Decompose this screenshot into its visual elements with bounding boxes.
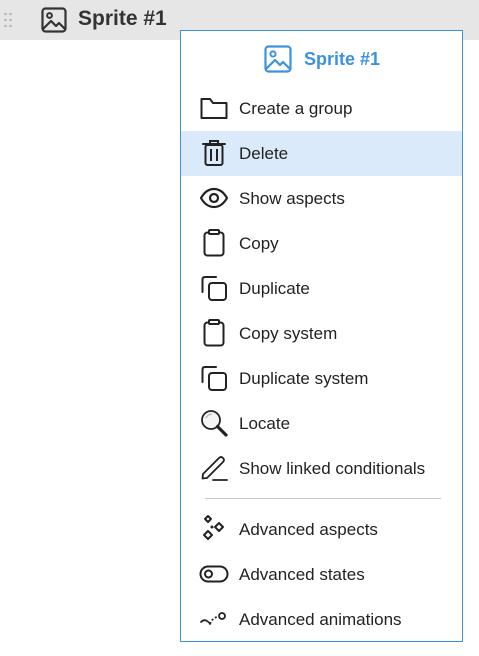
sparkle-diamonds-icon xyxy=(199,514,229,544)
image-icon xyxy=(40,6,68,34)
menu-item-copy[interactable]: Copy xyxy=(181,221,462,266)
magnifier-icon xyxy=(199,408,229,438)
menu-divider xyxy=(205,498,441,499)
menu-item-label: Advanced animations xyxy=(239,610,402,629)
menu-item-label: Copy xyxy=(239,234,279,253)
menu-item-advanced-animations[interactable]: Advanced animations xyxy=(181,597,462,642)
trash-icon xyxy=(199,138,229,168)
menu-item-create-group[interactable]: Create a group xyxy=(181,86,462,131)
drag-handle-icon[interactable] xyxy=(3,11,13,29)
duplicate-icon xyxy=(199,273,229,303)
menu-item-label: Show linked conditionals xyxy=(239,459,426,478)
animation-curve-icon xyxy=(199,604,229,634)
context-menu: Sprite #1 Create a group Delete Show asp… xyxy=(180,30,463,642)
menu-item-label: Locate xyxy=(239,414,291,433)
pen-icon xyxy=(199,453,229,483)
menu-item-advanced-aspects[interactable]: Advanced aspects xyxy=(181,507,462,552)
menu-item-label: Advanced states xyxy=(239,565,365,584)
toggle-icon xyxy=(199,559,229,589)
menu-item-copy-system[interactable]: Copy system xyxy=(181,311,462,356)
image-icon xyxy=(263,44,293,74)
menu-item-label: Advanced aspects xyxy=(239,520,378,539)
menu-item-show-linked-conditionals[interactable]: Show linked conditionals xyxy=(181,446,462,491)
clipboard-icon xyxy=(199,318,229,348)
menu-item-locate[interactable]: Locate xyxy=(181,401,462,446)
menu-item-duplicate-system[interactable]: Duplicate system xyxy=(181,356,462,401)
clipboard-icon xyxy=(199,228,229,258)
menu-item-label: Create a group xyxy=(239,99,353,118)
menu-item-label: Show aspects xyxy=(239,189,345,208)
folder-icon xyxy=(199,93,229,123)
duplicate-icon xyxy=(199,363,229,393)
menu-item-duplicate[interactable]: Duplicate xyxy=(181,266,462,311)
context-menu-header: Sprite #1 xyxy=(181,31,462,87)
eye-icon xyxy=(199,183,229,213)
menu-item-label: Duplicate system xyxy=(239,369,369,388)
menu-item-label: Delete xyxy=(239,144,289,163)
menu-item-label: Copy system xyxy=(239,324,338,343)
menu-item-label: Duplicate xyxy=(239,279,310,298)
menu-item-advanced-states[interactable]: Advanced states xyxy=(181,552,462,597)
menu-item-show-aspects[interactable]: Show aspects xyxy=(181,176,462,221)
sprite-title: Sprite #1 xyxy=(78,7,167,30)
context-menu-title: Sprite #1 xyxy=(304,49,381,69)
menu-item-delete[interactable]: Delete xyxy=(181,131,462,176)
